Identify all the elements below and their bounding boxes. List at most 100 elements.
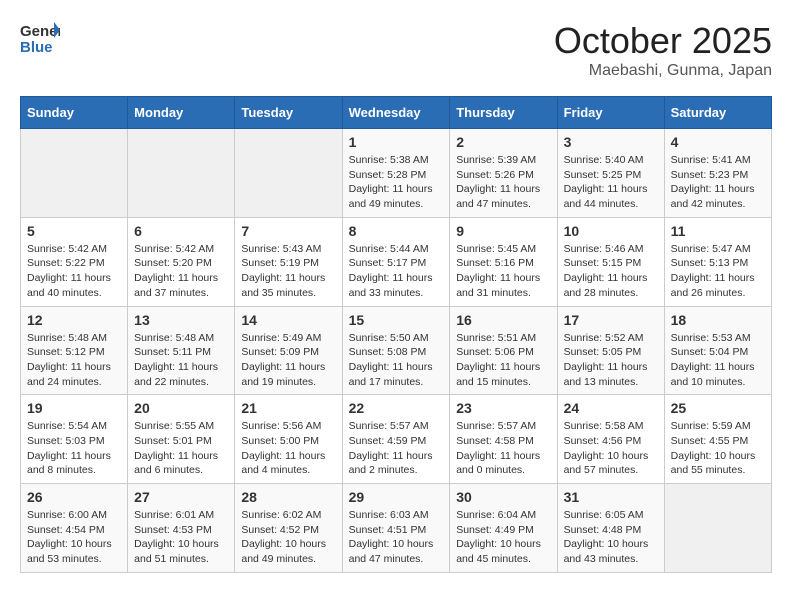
calendar-week-row: 12Sunrise: 5:48 AM Sunset: 5:12 PM Dayli… <box>21 306 772 395</box>
calendar-cell: 30 Sunrise: 6:04 AM Sunset: 4:49 PM Dayli… <box>450 484 557 573</box>
day-number: 6 <box>134 223 228 239</box>
page-header: General Blue October 2025 Maebashi, Gunm… <box>20 20 772 80</box>
calendar-cell: 18 Sunrise: 5:53 AM Sunset: 5:04 PM Dayli… <box>664 306 771 395</box>
header-monday: Monday <box>128 97 235 129</box>
month-title: October 2025 <box>554 20 772 62</box>
day-info: Sunrise: 6:02 AM Sunset: 4:52 PM Dayligh… <box>241 508 335 567</box>
calendar-cell: 4 Sunrise: 5:41 AM Sunset: 5:23 PM Daylig… <box>664 129 771 218</box>
calendar-cell: 3 Sunrise: 5:40 AM Sunset: 5:25 PM Daylig… <box>557 129 664 218</box>
calendar-cell: 15 Sunrise: 5:50 AM Sunset: 5:08 PM Dayli… <box>342 306 450 395</box>
day-number: 9 <box>456 223 550 239</box>
day-info: Sunrise: 5:45 AM Sunset: 5:16 PM Dayligh… <box>456 242 550 301</box>
day-number: 21 <box>241 400 335 416</box>
calendar-cell: 31 Sunrise: 6:05 AM Sunset: 4:48 PM Dayli… <box>557 484 664 573</box>
day-number: 1 <box>349 134 444 150</box>
day-info: Sunrise: 5:41 AM Sunset: 5:23 PM Dayligh… <box>671 153 765 212</box>
day-info: Sunrise: 5:57 AM Sunset: 4:58 PM Dayligh… <box>456 419 550 478</box>
calendar-table: Sunday Monday Tuesday Wednesday Thursday… <box>20 96 772 573</box>
day-number: 13 <box>134 312 228 328</box>
day-info: Sunrise: 5:59 AM Sunset: 4:55 PM Dayligh… <box>671 419 765 478</box>
calendar-cell: 6 Sunrise: 5:42 AM Sunset: 5:20 PM Daylig… <box>128 217 235 306</box>
calendar-week-row: 26 Sunrise: 6:00 AM Sunset: 4:54 PM Dayli… <box>21 484 772 573</box>
day-info: Sunrise: 6:05 AM Sunset: 4:48 PM Dayligh… <box>564 508 658 567</box>
calendar-cell: 12Sunrise: 5:48 AM Sunset: 5:12 PM Dayli… <box>21 306 128 395</box>
header-saturday: Saturday <box>664 97 771 129</box>
calendar-cell: 16 Sunrise: 5:51 AM Sunset: 5:06 PM Dayli… <box>450 306 557 395</box>
day-number: 24 <box>564 400 658 416</box>
day-info: Sunrise: 6:00 AM Sunset: 4:54 PM Dayligh… <box>27 508 121 567</box>
day-number: 28 <box>241 489 335 505</box>
header-sunday: Sunday <box>21 97 128 129</box>
day-info: Sunrise: 5:51 AM Sunset: 5:06 PM Dayligh… <box>456 331 550 390</box>
calendar-cell: 26 Sunrise: 6:00 AM Sunset: 4:54 PM Dayli… <box>21 484 128 573</box>
calendar-cell: 7 Sunrise: 5:43 AM Sunset: 5:19 PM Daylig… <box>235 217 342 306</box>
header-friday: Friday <box>557 97 664 129</box>
logo-graphic: General Blue <box>20 20 60 61</box>
day-info: Sunrise: 5:40 AM Sunset: 5:25 PM Dayligh… <box>564 153 658 212</box>
day-number: 20 <box>134 400 228 416</box>
day-info: Sunrise: 5:53 AM Sunset: 5:04 PM Dayligh… <box>671 331 765 390</box>
calendar-cell: 11Sunrise: 5:47 AM Sunset: 5:13 PM Dayli… <box>664 217 771 306</box>
day-info: Sunrise: 6:04 AM Sunset: 4:49 PM Dayligh… <box>456 508 550 567</box>
day-number: 23 <box>456 400 550 416</box>
calendar-cell: 14Sunrise: 5:49 AM Sunset: 5:09 PM Dayli… <box>235 306 342 395</box>
day-number: 27 <box>134 489 228 505</box>
calendar-cell <box>235 129 342 218</box>
day-number: 19 <box>27 400 121 416</box>
location-title: Maebashi, Gunma, Japan <box>554 62 772 80</box>
calendar-cell: 27 Sunrise: 6:01 AM Sunset: 4:53 PM Dayli… <box>128 484 235 573</box>
day-info: Sunrise: 5:39 AM Sunset: 5:26 PM Dayligh… <box>456 153 550 212</box>
calendar-cell: 19 Sunrise: 5:54 AM Sunset: 5:03 PM Dayli… <box>21 395 128 484</box>
calendar-cell: 2 Sunrise: 5:39 AM Sunset: 5:26 PM Daylig… <box>450 129 557 218</box>
calendar-cell: 5Sunrise: 5:42 AM Sunset: 5:22 PM Daylig… <box>21 217 128 306</box>
day-number: 17 <box>564 312 658 328</box>
day-number: 4 <box>671 134 765 150</box>
calendar-cell: 22Sunrise: 5:57 AM Sunset: 4:59 PM Dayli… <box>342 395 450 484</box>
day-number: 3 <box>564 134 658 150</box>
svg-text:Blue: Blue <box>20 39 53 56</box>
day-number: 11 <box>671 223 765 239</box>
calendar-header-row: Sunday Monday Tuesday Wednesday Thursday… <box>21 97 772 129</box>
day-info: Sunrise: 5:58 AM Sunset: 4:56 PM Dayligh… <box>564 419 658 478</box>
day-info: Sunrise: 5:54 AM Sunset: 5:03 PM Dayligh… <box>27 419 121 478</box>
header-wednesday: Wednesday <box>342 97 450 129</box>
day-info: Sunrise: 5:48 AM Sunset: 5:12 PM Dayligh… <box>27 331 121 390</box>
day-number: 29 <box>349 489 444 505</box>
calendar-cell: 10Sunrise: 5:46 AM Sunset: 5:15 PM Dayli… <box>557 217 664 306</box>
day-number: 15 <box>349 312 444 328</box>
calendar-cell: 20 Sunrise: 5:55 AM Sunset: 5:01 PM Dayli… <box>128 395 235 484</box>
day-info: Sunrise: 5:42 AM Sunset: 5:22 PM Dayligh… <box>27 242 121 301</box>
day-info: Sunrise: 5:55 AM Sunset: 5:01 PM Dayligh… <box>134 419 228 478</box>
day-info: Sunrise: 5:52 AM Sunset: 5:05 PM Dayligh… <box>564 331 658 390</box>
day-number: 7 <box>241 223 335 239</box>
day-info: Sunrise: 5:43 AM Sunset: 5:19 PM Dayligh… <box>241 242 335 301</box>
day-number: 10 <box>564 223 658 239</box>
calendar-cell <box>128 129 235 218</box>
day-info: Sunrise: 5:38 AM Sunset: 5:28 PM Dayligh… <box>349 153 444 212</box>
calendar-week-row: 19 Sunrise: 5:54 AM Sunset: 5:03 PM Dayli… <box>21 395 772 484</box>
calendar-cell: 9 Sunrise: 5:45 AM Sunset: 5:16 PM Daylig… <box>450 217 557 306</box>
day-number: 18 <box>671 312 765 328</box>
calendar-cell: 21Sunrise: 5:56 AM Sunset: 5:00 PM Dayli… <box>235 395 342 484</box>
day-number: 30 <box>456 489 550 505</box>
calendar-cell: 29Sunrise: 6:03 AM Sunset: 4:51 PM Dayli… <box>342 484 450 573</box>
day-info: Sunrise: 5:49 AM Sunset: 5:09 PM Dayligh… <box>241 331 335 390</box>
day-number: 26 <box>27 489 121 505</box>
day-number: 31 <box>564 489 658 505</box>
day-info: Sunrise: 6:01 AM Sunset: 4:53 PM Dayligh… <box>134 508 228 567</box>
calendar-cell: 28 Sunrise: 6:02 AM Sunset: 4:52 PM Dayli… <box>235 484 342 573</box>
calendar-week-row: 1 Sunrise: 5:38 AM Sunset: 5:28 PM Daylig… <box>21 129 772 218</box>
day-info: Sunrise: 5:50 AM Sunset: 5:08 PM Dayligh… <box>349 331 444 390</box>
header-thursday: Thursday <box>450 97 557 129</box>
calendar-cell: 24 Sunrise: 5:58 AM Sunset: 4:56 PM Dayli… <box>557 395 664 484</box>
calendar-cell: 13 Sunrise: 5:48 AM Sunset: 5:11 PM Dayli… <box>128 306 235 395</box>
day-number: 16 <box>456 312 550 328</box>
day-info: Sunrise: 5:48 AM Sunset: 5:11 PM Dayligh… <box>134 331 228 390</box>
calendar-cell: 17 Sunrise: 5:52 AM Sunset: 5:05 PM Dayli… <box>557 306 664 395</box>
calendar-cell: 1 Sunrise: 5:38 AM Sunset: 5:28 PM Daylig… <box>342 129 450 218</box>
day-info: Sunrise: 5:42 AM Sunset: 5:20 PM Dayligh… <box>134 242 228 301</box>
day-info: Sunrise: 5:44 AM Sunset: 5:17 PM Dayligh… <box>349 242 444 301</box>
calendar-cell <box>664 484 771 573</box>
logo: General Blue <box>20 20 60 61</box>
day-number: 2 <box>456 134 550 150</box>
